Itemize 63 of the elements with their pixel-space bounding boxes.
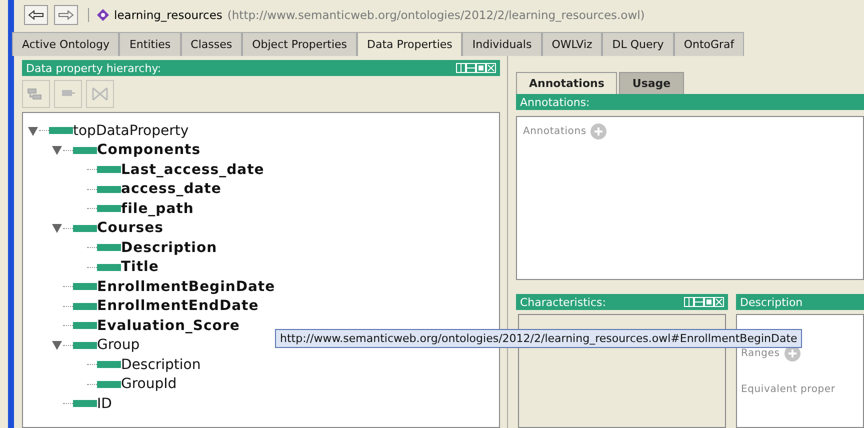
tooltip: http://www.semanticweb.org/ontologies/2012/2/learning_resources.owl#EnrollmentBeginDate [275,329,802,348]
property-icon [97,244,121,252]
tree-item[interactable]: topDataProperty [73,122,189,139]
right-arrow-icon [58,10,74,20]
property-icon [73,283,97,290]
ontology-icon [97,9,109,21]
tab[interactable]: Data Properties [357,32,462,56]
tree-item[interactable]: Description [121,356,201,373]
tree-item[interactable]: access_date [121,181,222,198]
tree-item[interactable]: Last_access_date [121,162,264,178]
left-arrow-icon [28,10,44,20]
panel-title: Annotations: [520,96,590,108]
property-icon [73,342,97,349]
property-icon [73,224,97,232]
property-icon [97,166,121,174]
tree-item[interactable]: EnrollmentEndDate [97,298,259,314]
panel-title: Description [740,296,803,308]
tree-item[interactable]: GroupId [121,376,177,392]
tree-item[interactable]: Components [97,142,201,158]
tab[interactable]: Annotations [516,72,618,94]
tab[interactable]: OntoGraf [674,32,744,56]
property-icon [73,322,97,330]
tree-item[interactable]: file_path [121,200,194,217]
property-icon [97,186,121,193]
property-icon [73,146,97,154]
section-label: Ranges [741,348,780,359]
tree-item[interactable]: Evaluation_Score [97,318,240,334]
delete-icon [91,87,109,101]
tab[interactable]: Entities [119,32,181,56]
property-icon [97,361,121,368]
expand-icon[interactable] [51,339,63,352]
section-label: Equivalent proper [741,384,836,395]
tab[interactable]: Active Ontology [12,32,120,56]
tree-item[interactable]: ID [97,396,112,412]
back-button[interactable] [24,5,48,25]
property-icon [49,127,73,134]
panel-title: Data property hierarchy: [26,62,162,74]
view-controls-icon[interactable] [684,297,724,307]
tab[interactable]: DL Query [602,32,674,56]
property-icon [97,264,121,271]
property-icon [97,380,121,388]
forward-button[interactable] [54,5,78,25]
ontology-name: learning_resources [114,8,222,22]
tree-item[interactable]: EnrollmentBeginDate [97,278,276,295]
view-controls-icon[interactable] [456,63,496,73]
property-icon [73,302,97,310]
section-label: Annotations [523,126,586,137]
panel-title: Characteristics: [520,296,606,308]
expand-icon[interactable] [51,222,63,234]
tab[interactable]: Object Properties [242,32,358,56]
tab[interactable]: Usage [619,72,684,94]
tree-item[interactable]: Group [97,337,140,354]
property-icon [97,205,121,212]
tree-item[interactable]: Title [121,259,159,276]
tab[interactable]: Classes [180,32,242,56]
tree-item[interactable]: Description [121,240,218,256]
expand-icon[interactable] [51,144,63,156]
tab[interactable]: OWLViz [542,32,602,56]
tree-item[interactable]: Courses [97,220,164,236]
expand-icon[interactable] [27,124,39,137]
property-icon [73,400,97,408]
ontology-iri: (http://www.semanticweb.org/ontologies/2012/2/learning_resources.owl) [227,8,645,22]
tab[interactable]: Individuals [462,32,542,56]
